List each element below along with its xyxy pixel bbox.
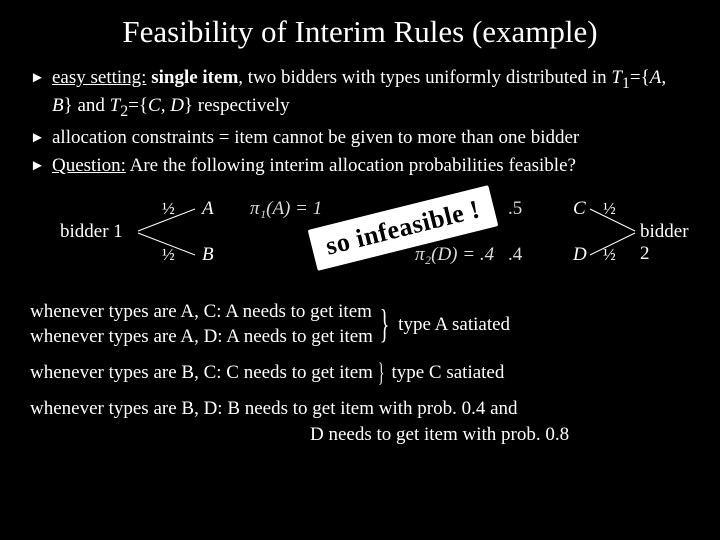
satiated-A-row: whenever types are A, C: A needs to get … [30, 299, 690, 350]
type-A: A [202, 198, 214, 220]
bidder2-label: bidder 2 [640, 221, 690, 265]
case-AD: whenever types are A, D: A needs to get … [30, 324, 373, 350]
value-top: .5 [508, 198, 522, 220]
brace-icon: } [378, 360, 384, 386]
case-BD-line2: D needs to get item with prob. 0.8 [30, 422, 690, 448]
type-D: D [573, 244, 587, 266]
b3-text: Are the following interim allocation pro… [126, 155, 576, 176]
pi2-label: π₂(D) = .4 [415, 244, 494, 266]
case-AC: whenever types are A, C: A needs to get … [30, 299, 373, 325]
b1-resp: } respectively [184, 95, 290, 116]
bullet-1: ► easy setting: single item, two bidders… [30, 66, 690, 122]
b1-and: } and [64, 95, 110, 116]
b1-label: easy setting: [52, 67, 146, 88]
brace-icon: } [380, 304, 390, 344]
prob-B: ½ [162, 245, 175, 265]
b1-CD: C, D [148, 95, 184, 116]
bullet-2: ► allocation constraints = item cannot b… [30, 126, 690, 150]
reasoning-block: whenever types are A, C: A needs to get … [30, 299, 690, 448]
type-C-satiated: type C satiated [391, 360, 504, 386]
case-BC: whenever types are B, C: C needs to get … [30, 360, 373, 386]
prob-D: ½ [603, 245, 616, 265]
bullet-icon: ► [30, 126, 52, 150]
slide-title: Feasibility of Interim Rules (example) [30, 14, 690, 50]
prob-A: ½ [162, 199, 175, 219]
b1-T2: T [110, 95, 121, 116]
type-A-satiated: type A satiated [398, 312, 510, 338]
case-BD-line1: whenever types are B, D: B needs to get … [30, 396, 690, 422]
b3-label: Question: [52, 155, 126, 176]
b1-bold: single item [146, 67, 238, 88]
bidder1-label: bidder 1 [60, 221, 123, 243]
allocation-diagram: bidder 1 bidder 2 ½ ½ A B π₁(A) = 1 π₂(D… [30, 191, 690, 281]
b2-text: allocation constraints = item cannot be … [52, 126, 690, 150]
bullet-icon: ► [30, 66, 52, 122]
prob-C: ½ [603, 199, 616, 219]
bullet-icon: ► [30, 154, 52, 178]
type-C: C [573, 198, 586, 220]
satiated-C-row: whenever types are B, C: C needs to get … [30, 360, 690, 386]
bullet-list: ► easy setting: single item, two bidders… [30, 66, 690, 179]
b1-eq2: ={ [128, 95, 148, 116]
b1-eq1: ={ [630, 67, 650, 88]
value-bottom: .4 [508, 244, 522, 266]
bullet-3: ► Question: Are the following interim al… [30, 154, 690, 178]
b1-text: , two bidders with types uniformly distr… [238, 67, 611, 88]
type-B: B [202, 244, 214, 266]
pi1-label: π₁(A) = 1 [250, 198, 322, 220]
b1-T1: T [611, 67, 622, 88]
